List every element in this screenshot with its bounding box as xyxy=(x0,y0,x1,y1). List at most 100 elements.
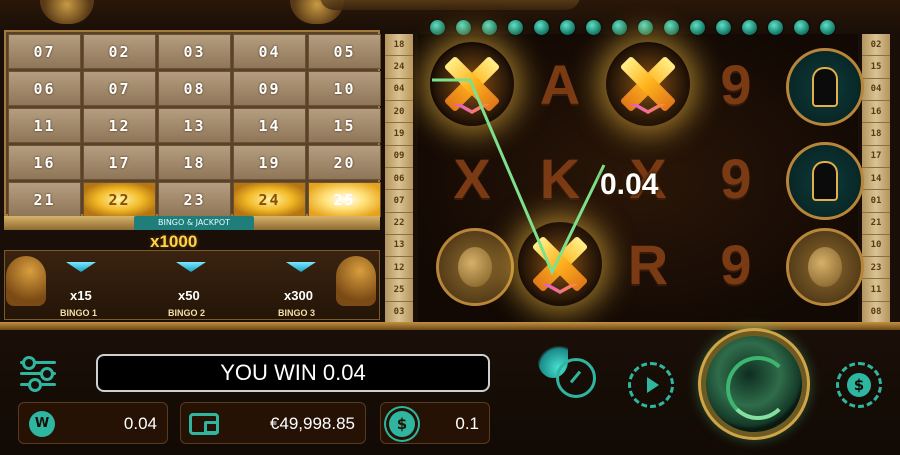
rune-x-winning-symbol xyxy=(518,222,602,306)
bingo-cell: 25 xyxy=(308,182,381,217)
rune-letter-symbol: A xyxy=(518,42,602,126)
number-cell: 04 xyxy=(862,79,890,101)
balance-value: €49,998.85 xyxy=(269,414,355,433)
bingo-cell: 17 xyxy=(83,145,156,180)
number-cell: 04 xyxy=(385,79,413,101)
bingo-cell: 04 xyxy=(233,34,306,69)
settings-sliders-icon[interactable] xyxy=(18,356,58,392)
bingo-cell: 02 xyxy=(83,34,156,69)
progress-dot xyxy=(586,20,601,35)
progress-dot xyxy=(820,20,835,35)
dollar-coin-icon: $ xyxy=(847,373,871,397)
progress-dot xyxy=(534,20,549,35)
jackpot-bar: BINGO & JACKPOT xyxy=(4,216,380,230)
bingo-grid: 07 02 03 04 05 06 07 08 09 10 11 12 13 14 15 16 17 18 19 20… xyxy=(8,34,381,217)
bingo-cell: 23 xyxy=(158,182,231,217)
rune-x-winning-symbol xyxy=(430,42,514,126)
jackpot-multiplier: x1000 xyxy=(150,232,197,252)
number-cell: 24 xyxy=(385,56,413,79)
anubis-symbol xyxy=(786,142,864,220)
number-cell: 01 xyxy=(862,190,890,213)
bingo-cell: 10 xyxy=(308,71,381,106)
number-cell: 25 xyxy=(385,279,413,302)
number-cell: 13 xyxy=(385,235,413,258)
bingo-label-3: BINGO 3 xyxy=(278,308,316,318)
number-cell: 21 xyxy=(862,213,890,235)
rune-letter: 9 xyxy=(720,146,752,210)
play-icon xyxy=(647,377,659,393)
progress-dot xyxy=(742,20,757,35)
cobra-right-icon xyxy=(336,256,376,306)
progress-dot xyxy=(768,20,783,35)
progress-dot xyxy=(430,20,445,35)
bingo-cell: 05 xyxy=(308,34,381,69)
rune-letter-symbol: X xyxy=(430,136,514,220)
number-cell: 18 xyxy=(862,123,890,146)
rune-letter: A xyxy=(539,52,581,116)
turbo-button[interactable] xyxy=(538,344,604,406)
rune-letter-symbol: 9 xyxy=(694,42,778,126)
bingo-cell: 07 xyxy=(83,71,156,106)
bingo-cell: 24 xyxy=(233,182,306,217)
frame-bottom xyxy=(0,322,900,330)
pharaoh-coin-symbol xyxy=(786,228,864,306)
win-message-box: YOU WIN 0.04 xyxy=(96,354,490,392)
bingo-label-2: BINGO 2 xyxy=(168,308,206,318)
pharaoh-face-icon xyxy=(458,247,492,287)
number-cell: 22 xyxy=(385,213,413,235)
number-cell: 10 xyxy=(862,235,890,258)
autoplay-button[interactable] xyxy=(628,362,674,408)
number-cell: 02 xyxy=(862,34,890,57)
bingo-board: 07 02 03 04 05 06 07 08 09 10 11 12 13 14 15 16 17 18 19 20… xyxy=(4,30,381,217)
number-cell: 16 xyxy=(862,101,890,124)
bet-coin-icon: $ xyxy=(389,411,415,437)
win-field: W 0.04 xyxy=(18,402,168,444)
progress-dot xyxy=(456,20,471,35)
progress-dot xyxy=(794,20,809,35)
number-cell: 20 xyxy=(385,101,413,124)
rune-x-winning-symbol xyxy=(606,42,690,126)
bet-settings-button[interactable]: $ xyxy=(836,362,882,408)
bingo-cell: 15 xyxy=(308,108,381,143)
spin-button[interactable] xyxy=(706,336,802,432)
progress-dot xyxy=(716,20,731,35)
rune-x-icon xyxy=(619,55,677,114)
number-cell: 03 xyxy=(385,302,413,325)
win-amount-label: 0.04 xyxy=(600,168,659,201)
number-cell: 19 xyxy=(385,123,413,146)
win-value: 0.04 xyxy=(123,414,157,433)
rune-letter-symbol: R xyxy=(606,222,690,306)
rune-x-icon xyxy=(531,235,589,294)
bingo-cell: 20 xyxy=(308,145,381,180)
progress-dot xyxy=(690,20,705,35)
number-cell: 06 xyxy=(385,168,413,191)
rune-letter: R xyxy=(627,232,669,296)
bingo-cell: 16 xyxy=(8,145,81,180)
progress-dot xyxy=(508,20,523,35)
bingo-cell: 06 xyxy=(8,71,81,106)
number-cell: 23 xyxy=(862,257,890,280)
bet-field[interactable]: $ 0.1 xyxy=(380,402,490,444)
progress-dot xyxy=(664,20,679,35)
bingo-cell: 22 xyxy=(83,182,156,217)
bingo-cell: 13 xyxy=(158,108,231,143)
bingo-cell: 09 xyxy=(233,71,306,106)
anubis-icon xyxy=(812,161,838,201)
bingo-cell: 03 xyxy=(158,34,231,69)
progress-dot xyxy=(560,20,575,35)
balance-field: €49,998.85 xyxy=(180,402,366,444)
progress-dot xyxy=(638,20,653,35)
rune-letter: K xyxy=(539,146,581,210)
game-title-banner xyxy=(320,0,580,10)
right-number-column: 02 15 04 16 18 17 14 01 21 10 23 11 08 xyxy=(862,34,890,325)
rune-letter: X xyxy=(453,146,491,210)
pharaoh-face-icon xyxy=(808,247,842,287)
win-coin-icon: W xyxy=(29,411,55,437)
number-cell: 11 xyxy=(862,279,890,302)
bingo-cell: 19 xyxy=(233,145,306,180)
spin-swirl-icon xyxy=(726,356,790,420)
bingo-cell: 18 xyxy=(158,145,231,180)
bingo-cell: 21 xyxy=(8,182,81,217)
number-cell: 09 xyxy=(385,146,413,168)
progress-dot xyxy=(482,20,497,35)
